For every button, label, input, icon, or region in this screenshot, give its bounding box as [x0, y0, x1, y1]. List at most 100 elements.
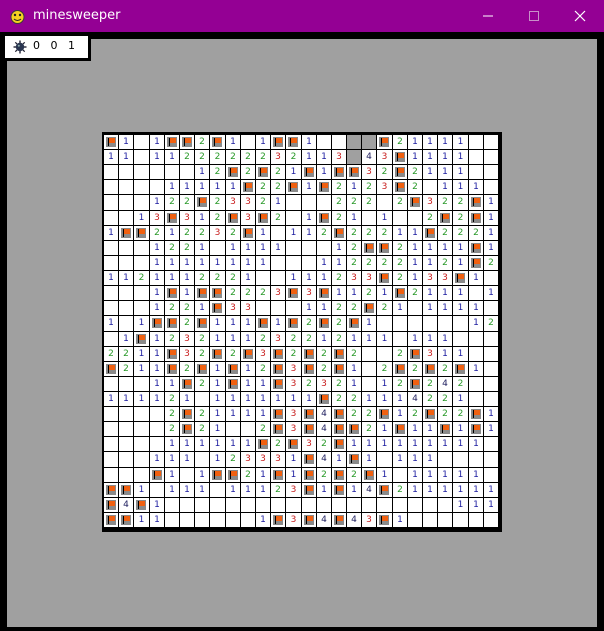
flagged-cell[interactable]	[317, 392, 332, 407]
empty-cell[interactable]	[469, 165, 484, 180]
number-cell[interactable]: 2	[256, 362, 271, 377]
number-cell[interactable]: 4	[317, 407, 332, 422]
empty-cell[interactable]	[469, 513, 484, 528]
empty-cell[interactable]	[484, 271, 499, 286]
number-cell[interactable]: 2	[332, 271, 347, 286]
number-cell[interactable]: 1	[241, 241, 256, 256]
number-cell[interactable]: 2	[226, 452, 241, 468]
number-cell[interactable]: 1	[377, 286, 393, 301]
number-cell[interactable]: 1	[423, 256, 438, 271]
number-cell[interactable]: 1	[453, 468, 469, 483]
flagged-cell[interactable]	[271, 362, 286, 377]
number-cell[interactable]: 1	[119, 392, 134, 407]
number-cell[interactable]: 2	[195, 135, 210, 150]
number-cell[interactable]: 1	[362, 316, 377, 332]
flagged-cell[interactable]	[271, 135, 286, 150]
empty-cell[interactable]	[104, 422, 119, 437]
number-cell[interactable]: 1	[210, 377, 226, 392]
empty-cell[interactable]	[423, 513, 438, 528]
empty-cell[interactable]	[241, 498, 256, 513]
flagged-cell[interactable]	[150, 316, 165, 332]
flagged-cell[interactable]	[332, 165, 347, 180]
flagged-cell[interactable]	[332, 347, 347, 362]
empty-cell[interactable]	[438, 316, 453, 332]
number-cell[interactable]: 2	[165, 241, 180, 256]
flagged-cell[interactable]	[332, 483, 347, 498]
number-cell[interactable]: 1	[119, 150, 134, 165]
number-cell[interactable]: 1	[165, 437, 180, 452]
number-cell[interactable]: 3	[286, 483, 302, 498]
number-cell[interactable]: 2	[438, 362, 453, 377]
flagged-cell[interactable]	[393, 362, 408, 377]
number-cell[interactable]: 1	[438, 241, 453, 256]
number-cell[interactable]: 2	[226, 347, 241, 362]
number-cell[interactable]: 1	[165, 150, 180, 165]
empty-cell[interactable]	[150, 407, 165, 422]
number-cell[interactable]: 2	[226, 271, 241, 286]
flagged-cell[interactable]	[362, 468, 377, 483]
number-cell[interactable]: 2	[226, 286, 241, 301]
number-cell[interactable]: 2	[453, 407, 469, 422]
number-cell[interactable]: 1	[150, 286, 165, 301]
number-cell[interactable]: 1	[484, 422, 499, 437]
flagged-cell[interactable]	[438, 211, 453, 226]
number-cell[interactable]: 3	[256, 347, 271, 362]
number-cell[interactable]: 2	[377, 362, 393, 377]
empty-cell[interactable]	[484, 513, 499, 528]
flagged-cell[interactable]	[408, 347, 423, 362]
number-cell[interactable]: 1	[150, 452, 165, 468]
empty-cell[interactable]	[134, 377, 150, 392]
flagged-cell[interactable]	[180, 407, 195, 422]
number-cell[interactable]: 2	[256, 180, 271, 195]
empty-cell[interactable]	[195, 452, 210, 468]
number-cell[interactable]: 1	[134, 513, 150, 528]
flagged-cell[interactable]	[165, 362, 180, 377]
number-cell[interactable]: 1	[302, 150, 317, 165]
number-cell[interactable]: 3	[150, 211, 165, 226]
empty-cell[interactable]	[302, 195, 317, 211]
covered-cell[interactable]	[347, 135, 362, 150]
number-cell[interactable]: 3	[377, 150, 393, 165]
number-cell[interactable]: 1	[453, 241, 469, 256]
number-cell[interactable]: 2	[423, 392, 438, 407]
flagged-cell[interactable]	[195, 286, 210, 301]
number-cell[interactable]: 1	[256, 377, 271, 392]
flagged-cell[interactable]	[347, 422, 362, 437]
number-cell[interactable]: 1	[484, 483, 499, 498]
flagged-cell[interactable]	[119, 513, 134, 528]
flagged-cell[interactable]	[469, 422, 484, 437]
flagged-cell[interactable]	[104, 362, 119, 377]
empty-cell[interactable]	[119, 211, 134, 226]
number-cell[interactable]: 1	[484, 195, 499, 211]
number-cell[interactable]: 1	[180, 452, 195, 468]
number-cell[interactable]: 1	[408, 483, 423, 498]
number-cell[interactable]: 1	[241, 271, 256, 286]
empty-cell[interactable]	[423, 180, 438, 195]
number-cell[interactable]: 1	[286, 165, 302, 180]
number-cell[interactable]: 2	[393, 241, 408, 256]
number-cell[interactable]: 3	[286, 407, 302, 422]
flagged-cell[interactable]	[256, 165, 271, 180]
number-cell[interactable]: 1	[256, 241, 271, 256]
number-cell[interactable]: 1	[393, 301, 408, 316]
number-cell[interactable]: 1	[180, 180, 195, 195]
number-cell[interactable]: 1	[241, 362, 256, 377]
empty-cell[interactable]	[302, 256, 317, 271]
flagged-cell[interactable]	[393, 180, 408, 195]
number-cell[interactable]: 1	[256, 226, 271, 241]
empty-cell[interactable]	[377, 452, 393, 468]
number-cell[interactable]: 1	[377, 468, 393, 483]
number-cell[interactable]: 3	[226, 301, 241, 316]
number-cell[interactable]: 1	[317, 301, 332, 316]
number-cell[interactable]: 1	[210, 437, 226, 452]
empty-cell[interactable]	[317, 498, 332, 513]
flagged-cell[interactable]	[302, 452, 317, 468]
flagged-cell[interactable]	[119, 226, 134, 241]
number-cell[interactable]: 2	[210, 165, 226, 180]
number-cell[interactable]: 2	[256, 195, 271, 211]
number-cell[interactable]: 2	[408, 165, 423, 180]
number-cell[interactable]: 1	[226, 332, 241, 347]
number-cell[interactable]: 2	[408, 180, 423, 195]
number-cell[interactable]: 2	[362, 256, 377, 271]
empty-cell[interactable]	[408, 498, 423, 513]
